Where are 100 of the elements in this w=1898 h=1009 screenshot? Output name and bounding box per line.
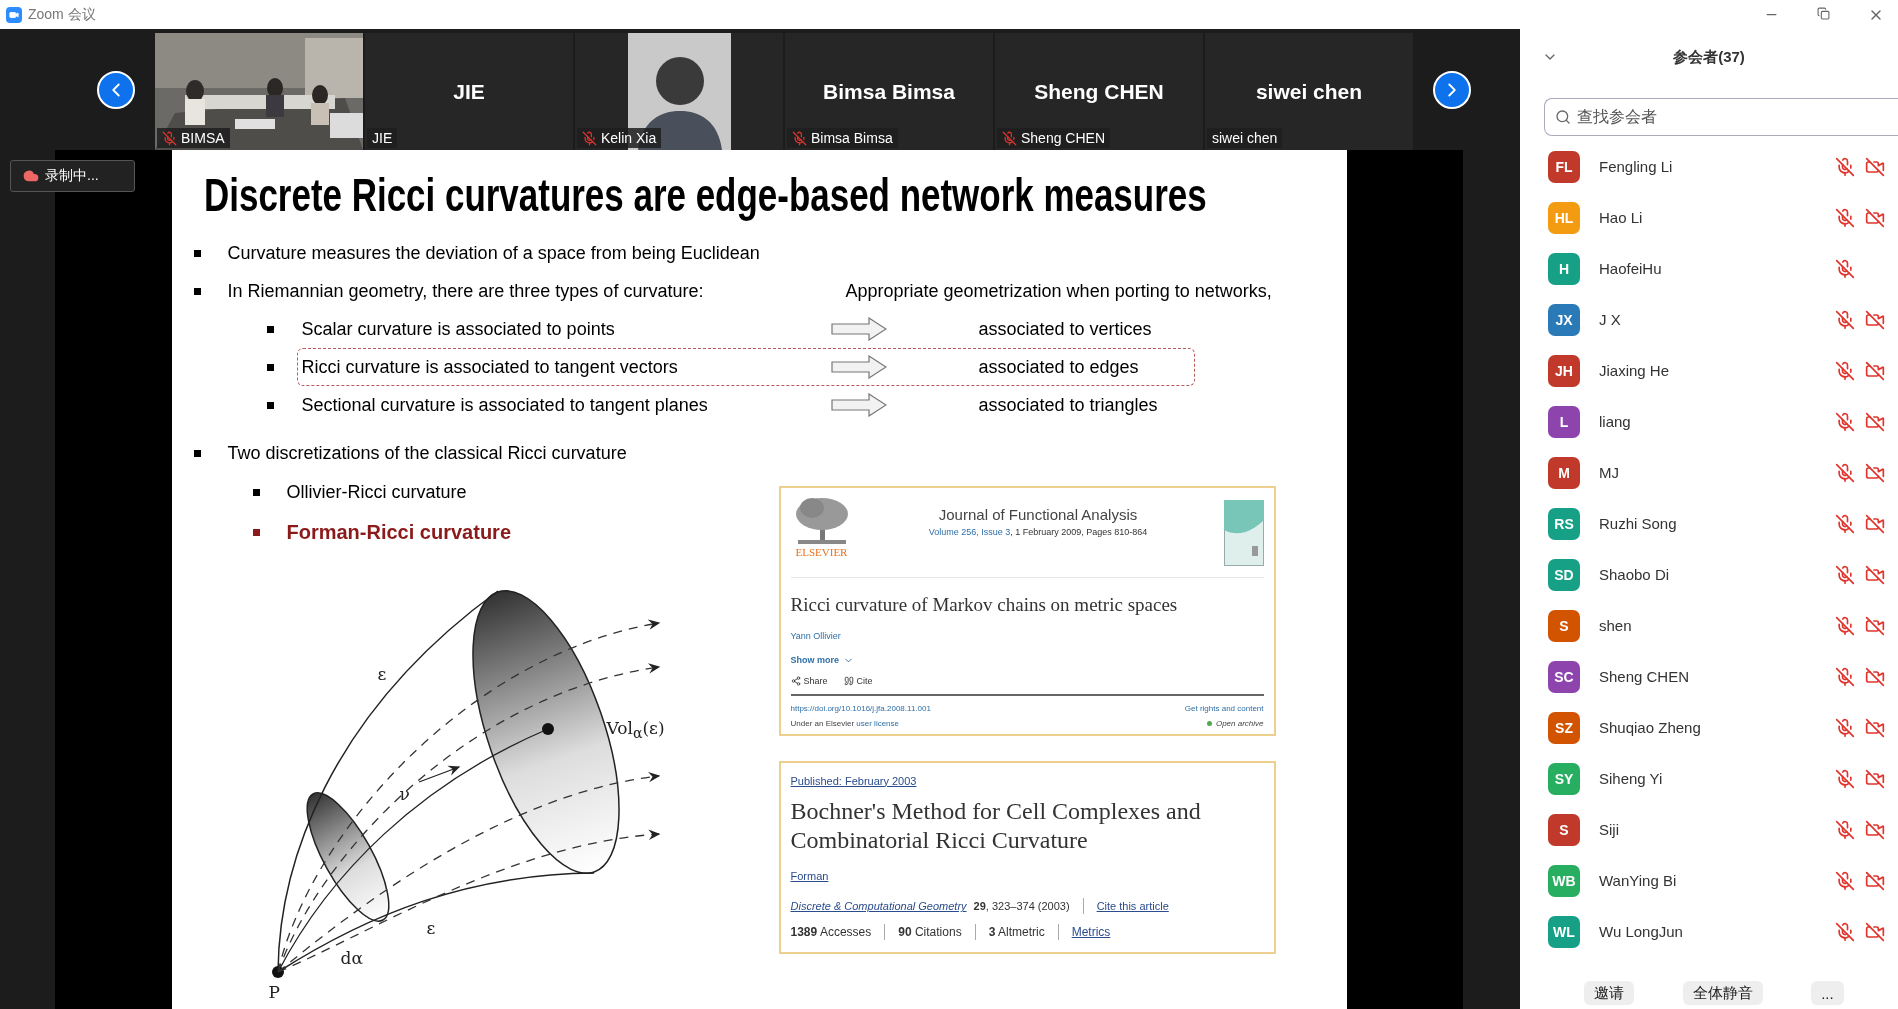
video-tile[interactable]: Bimsa Bimsa Bimsa Bimsa	[785, 33, 993, 150]
avatar: SD	[1548, 558, 1580, 591]
avatar: SY	[1548, 762, 1580, 795]
journal-link[interactable]: Discrete & Computational Geometry	[790, 900, 967, 913]
participant-row[interactable]: JX J X	[1520, 294, 1898, 345]
previous-button[interactable]	[97, 70, 135, 109]
bullet-icon	[266, 401, 274, 409]
avatar: JX	[1548, 303, 1580, 336]
avatar: WB	[1548, 864, 1580, 897]
avatar: FL	[1548, 150, 1580, 183]
avatar: SC	[1548, 660, 1580, 693]
camera-off-icon[interactable]	[1865, 870, 1885, 891]
participant-row[interactable]: SY Siheng Yi	[1520, 753, 1898, 804]
participant-name: Shuqiao Zheng	[1599, 719, 1702, 736]
show-more-link[interactable]: Show more	[790, 654, 1264, 666]
camera-off-icon[interactable]	[1865, 309, 1885, 330]
participant-row[interactable]: RS Ruzhi Song	[1520, 498, 1898, 549]
author-link[interactable]: Forman	[790, 870, 829, 883]
published-link[interactable]: Published: February 2003	[790, 774, 917, 787]
camera-off-icon[interactable]	[1865, 819, 1885, 840]
search-field[interactable]: 查找参会者	[1544, 98, 1898, 136]
muted-mic-icon[interactable]	[1835, 666, 1855, 687]
participant-row[interactable]: WL Wu LongJun	[1520, 906, 1898, 957]
panel-button[interactable]: ...	[1811, 981, 1844, 1005]
diagram-label: ν	[399, 784, 410, 804]
result-text: associated to triangles	[977, 394, 1159, 416]
muted-mic-icon[interactable]	[1835, 360, 1855, 381]
camera-off-icon[interactable]	[1865, 768, 1885, 789]
muted-mic-icon[interactable]	[1835, 156, 1855, 177]
participant-row[interactable]: WB WanYing Bi	[1520, 855, 1898, 906]
bullet-icon	[252, 528, 260, 536]
right-arrow-icon	[830, 393, 887, 417]
camera-off-icon[interactable]	[1865, 666, 1885, 687]
participant-row[interactable]: S Siji	[1520, 804, 1898, 855]
quote-icon	[843, 675, 854, 686]
method-text: Forman-Ricci curvature	[286, 520, 511, 544]
participant-name: Shaobo Di	[1599, 566, 1671, 583]
participant-row[interactable]: S shen	[1520, 600, 1898, 651]
camera-off-icon[interactable]	[1865, 564, 1885, 585]
name-label: Bimsa Bimsa	[811, 130, 893, 146]
camera-off-icon[interactable]	[1865, 462, 1885, 483]
participant-row[interactable]: HL Hao Li	[1520, 192, 1898, 243]
muted-mic-icon[interactable]	[1835, 309, 1855, 330]
recording-badge[interactable]: 录制中...	[10, 160, 135, 192]
rights-link[interactable]: Get rights and content	[1184, 703, 1264, 713]
muted-mic-icon[interactable]	[1835, 870, 1855, 891]
restore-icon[interactable]	[1817, 6, 1830, 20]
participant-row[interactable]: SD Shaobo Di	[1520, 549, 1898, 600]
participant-row[interactable]: M MJ	[1520, 447, 1898, 498]
muted-mic-icon[interactable]	[1835, 819, 1855, 840]
avatar: HL	[1548, 201, 1580, 234]
result-text: associated to edges	[977, 356, 1140, 378]
muted-mic-icon[interactable]	[1835, 513, 1855, 534]
camera-off-icon[interactable]	[1865, 156, 1885, 177]
muted-mic-icon[interactable]	[1835, 768, 1855, 789]
diagram-label: Vol$_{α}$(ε)	[606, 718, 665, 742]
participant-row[interactable]: L liang	[1520, 396, 1898, 447]
camera-off-icon[interactable]	[1865, 717, 1885, 738]
camera-off-icon[interactable]	[1865, 207, 1885, 228]
panel-button[interactable]: 全体静音	[1682, 981, 1763, 1005]
participant-row[interactable]: SZ Shuqiao Zheng	[1520, 702, 1898, 753]
participant-row[interactable]: H HaofeiHu	[1520, 243, 1898, 294]
camera-off-icon[interactable]	[1865, 411, 1885, 432]
participant-row[interactable]: SC Sheng CHEN	[1520, 651, 1898, 702]
camera-off-icon[interactable]	[1865, 360, 1885, 381]
video-tile[interactable]: JIE JIE	[365, 33, 573, 150]
name-label: Kelin Xia	[601, 130, 657, 146]
muted-mic-icon[interactable]	[1835, 462, 1855, 483]
muted-mic-icon[interactable]	[1835, 411, 1855, 432]
diagram-label: dα	[340, 948, 363, 968]
participant-name: shen	[1599, 617, 1633, 634]
camera-off-icon[interactable]	[1865, 921, 1885, 942]
metrics-link[interactable]: Metrics	[1071, 925, 1111, 940]
video-tile[interactable]: Sheng CHEN Sheng CHEN	[995, 33, 1203, 150]
video-tile[interactable]: BIMSA	[155, 33, 363, 150]
action-link[interactable]: Cite	[843, 675, 873, 686]
search-icon	[1555, 109, 1571, 125]
doi-link[interactable]: https://doi.org/10.1016/j.jfa.2008.11.001	[790, 703, 931, 713]
muted-mic-icon[interactable]	[1835, 564, 1855, 585]
author-link[interactable]: Yann Ollivier	[790, 630, 1264, 641]
diagram-label: ε	[377, 664, 387, 684]
bullet-text: Scalar curvature is associated to points	[301, 318, 616, 340]
camera-off-icon[interactable]	[1865, 513, 1885, 534]
muted-mic-icon[interactable]	[1835, 258, 1855, 279]
camera-off-icon[interactable]	[1865, 615, 1885, 636]
article-title: Ricci curvature of Markov chains on metric spaces	[790, 594, 1179, 617]
participant-row[interactable]: FL Fengling Li	[1520, 141, 1898, 192]
video-tile[interactable]: Kelin Xia	[575, 33, 783, 150]
panel-button[interactable]: 邀请	[1584, 981, 1635, 1005]
video-tile[interactable]: siwei chen siwei chen	[1205, 33, 1413, 150]
muted-mic-icon[interactable]	[1835, 717, 1855, 738]
name-label: siwei chen	[1212, 130, 1278, 146]
muted-mic-icon[interactable]	[1835, 921, 1855, 942]
participant-row[interactable]: JH Jiaxing He	[1520, 345, 1898, 396]
action-link[interactable]: Share	[790, 675, 828, 686]
muted-mic-icon[interactable]	[1835, 207, 1855, 228]
muted-mic-icon[interactable]	[1835, 615, 1855, 636]
cite-link[interactable]: Cite this article	[1096, 900, 1169, 913]
next-button[interactable]	[1433, 70, 1471, 109]
citation-text: 29, 323–374 (2003)	[973, 900, 1070, 913]
